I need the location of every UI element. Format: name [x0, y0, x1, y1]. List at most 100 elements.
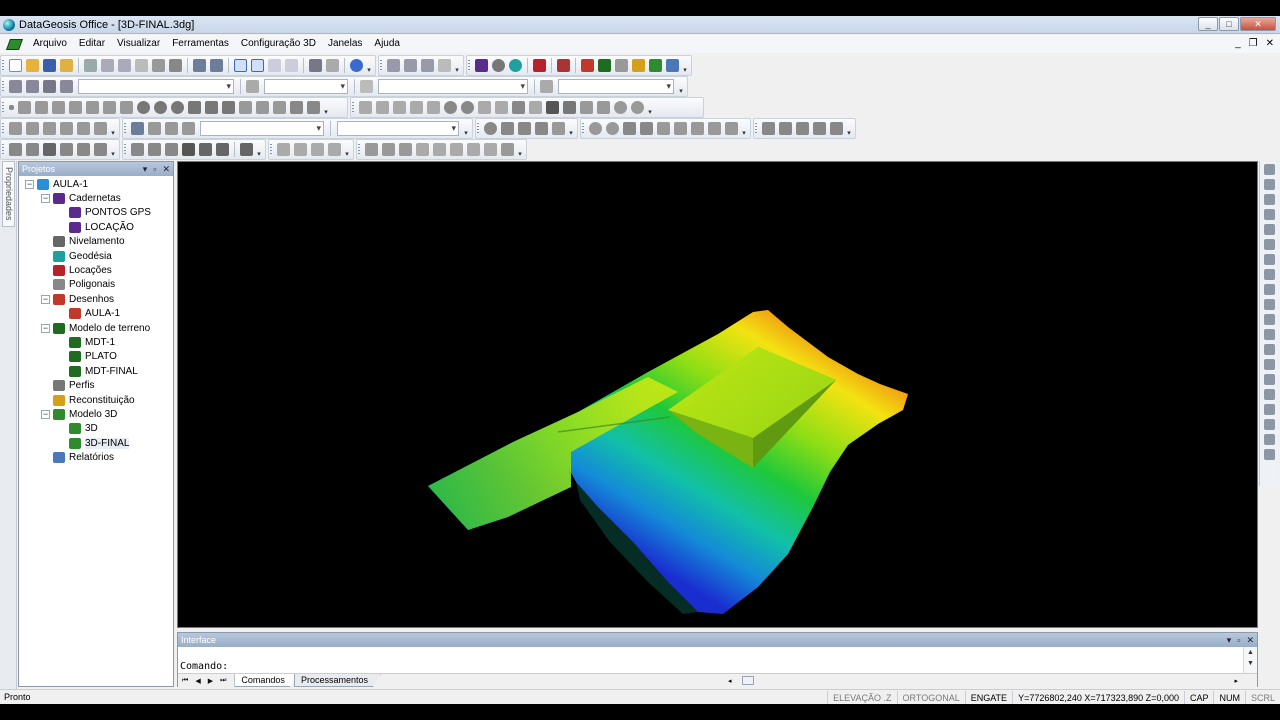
profile-export-icon[interactable]	[94, 143, 107, 156]
locations-module-icon[interactable]	[533, 59, 546, 72]
properties-tab[interactable]: Propriedades	[2, 161, 15, 227]
color-picker-icon[interactable]	[246, 80, 259, 93]
tree-node[interactable]: Relatórios	[19, 450, 173, 464]
drawing-module-icon[interactable]	[581, 59, 594, 72]
tree-node[interactable]: LOCAÇÃO	[19, 220, 173, 234]
angle-icon[interactable]	[552, 122, 565, 135]
profile-draw-icon[interactable]	[9, 143, 22, 156]
zoom-extents-icon[interactable]	[563, 101, 576, 114]
snap-endpoint-icon[interactable]	[623, 122, 636, 135]
view-perspective-icon[interactable]	[1263, 224, 1275, 235]
layers-icon[interactable]	[9, 80, 22, 93]
view-front-icon[interactable]	[1263, 179, 1275, 190]
tab-prev-icon[interactable]: ◀	[195, 677, 200, 685]
color-select[interactable]	[264, 79, 348, 94]
points-label-icon[interactable]	[60, 122, 73, 135]
filter-icon[interactable]	[382, 143, 395, 156]
export-pa-icon[interactable]	[294, 143, 307, 156]
arc-3p-icon[interactable]	[86, 101, 99, 114]
curve-tool-icon[interactable]	[1263, 434, 1275, 445]
section-volume-icon[interactable]	[199, 143, 212, 156]
panel-pin-icon[interactable]: ▫	[153, 162, 156, 176]
tree-node[interactable]: Nivelamento	[19, 235, 173, 249]
layer-freeze-icon[interactable]	[43, 80, 56, 93]
spline-icon[interactable]	[52, 101, 65, 114]
linetype-select[interactable]	[378, 79, 528, 94]
distance-icon[interactable]	[518, 122, 531, 135]
toolbar-overflow-icon[interactable]: ▾	[677, 77, 685, 96]
clipboard-icon[interactable]	[135, 59, 148, 72]
area-icon[interactable]	[501, 122, 514, 135]
polyline-icon[interactable]	[35, 101, 48, 114]
3d-viewport[interactable]	[177, 161, 1258, 628]
redo-icon[interactable]	[210, 59, 223, 72]
panel-close-icon[interactable]: ✕	[1246, 633, 1254, 647]
toolbar-overflow-icon[interactable]: ▾	[845, 119, 853, 138]
terrain-module-icon[interactable]	[598, 59, 611, 72]
new-file-icon[interactable]	[9, 59, 22, 72]
section-platform-icon[interactable]	[165, 143, 178, 156]
arrow-icon[interactable]	[165, 122, 178, 135]
slope-arrow-icon[interactable]	[1263, 359, 1275, 370]
import-pa-icon[interactable]	[328, 143, 341, 156]
points-table-icon[interactable]	[94, 122, 107, 135]
toolbar-overflow-icon[interactable]: ▾	[516, 140, 524, 159]
points-insert-icon[interactable]	[26, 122, 39, 135]
dimension-style-select[interactable]	[337, 121, 459, 136]
mdi-minimize-button[interactable]: _	[1235, 38, 1241, 49]
tree-expander-icon[interactable]: −	[41, 194, 50, 204]
view-iso-icon[interactable]	[1263, 209, 1275, 220]
tree-expander-icon[interactable]: −	[41, 323, 50, 333]
volume-icon[interactable]	[813, 122, 826, 135]
snap-perpendicular-icon[interactable]	[657, 122, 670, 135]
view-wire-icon[interactable]	[1263, 254, 1275, 265]
points-filter-icon[interactable]	[77, 122, 90, 135]
profile-grid-icon[interactable]	[60, 143, 73, 156]
view-mesh-icon[interactable]	[1263, 269, 1275, 280]
query-icon[interactable]	[484, 122, 497, 135]
menu-ferramentas[interactable]: Ferramentas	[166, 35, 235, 53]
lineweight-select[interactable]	[558, 79, 674, 94]
line-icon[interactable]	[18, 101, 31, 114]
save-icon[interactable]	[43, 59, 56, 72]
layer-select[interactable]	[78, 79, 234, 94]
tree-node[interactable]: Locações	[19, 263, 173, 277]
toolbar-overflow-icon[interactable]: ▾	[681, 56, 689, 75]
import-shp-icon[interactable]	[311, 143, 324, 156]
pointer-icon[interactable]	[169, 59, 182, 72]
copy-icon[interactable]	[101, 59, 114, 72]
arc-icon[interactable]	[69, 101, 82, 114]
delete-icon[interactable]	[529, 101, 542, 114]
tree-node[interactable]: AULA-1	[19, 307, 173, 321]
tree-node[interactable]: − Cadernetas	[19, 191, 173, 205]
toolbar-overflow-icon[interactable]: ▾	[365, 56, 373, 75]
zoom-in-icon[interactable]	[580, 101, 593, 114]
ellipse-arc-icon[interactable]	[120, 101, 133, 114]
tree-node[interactable]: − AULA-1	[19, 177, 173, 191]
tree-node[interactable]: Perfis	[19, 378, 173, 392]
model3d-module-icon[interactable]	[649, 59, 662, 72]
tab-comandos[interactable]: Comandos	[234, 674, 298, 687]
snap-node-icon[interactable]	[725, 122, 738, 135]
zoom-out-icon[interactable]	[597, 101, 610, 114]
toolbar-overflow-icon[interactable]: ▾	[322, 98, 330, 117]
tree-node[interactable]: PONTOS GPS	[19, 206, 173, 220]
vertical-tile-icon[interactable]	[421, 59, 434, 72]
hatch-icon[interactable]	[222, 101, 235, 114]
maximize-button[interactable]: □	[1219, 17, 1239, 31]
block-icon[interactable]	[290, 101, 303, 114]
erase-icon[interactable]	[152, 59, 165, 72]
pencil-icon[interactable]	[1263, 449, 1275, 460]
panel-close-icon[interactable]: ✕	[162, 162, 170, 176]
scroll-left-icon[interactable]: ◂	[728, 677, 732, 685]
open-folder-icon[interactable]	[26, 59, 39, 72]
ellipse-icon[interactable]	[171, 101, 184, 114]
reconstruction-module-icon[interactable]	[632, 59, 645, 72]
text-icon[interactable]	[239, 101, 252, 114]
cascade-window-icon[interactable]	[251, 59, 264, 72]
section-block-icon[interactable]	[182, 143, 195, 156]
join-icon[interactable]	[478, 101, 491, 114]
trim-icon[interactable]	[359, 101, 372, 114]
view-side-icon[interactable]	[1263, 194, 1275, 205]
ortho-toggle[interactable]: ORTOGONAL	[896, 690, 965, 705]
